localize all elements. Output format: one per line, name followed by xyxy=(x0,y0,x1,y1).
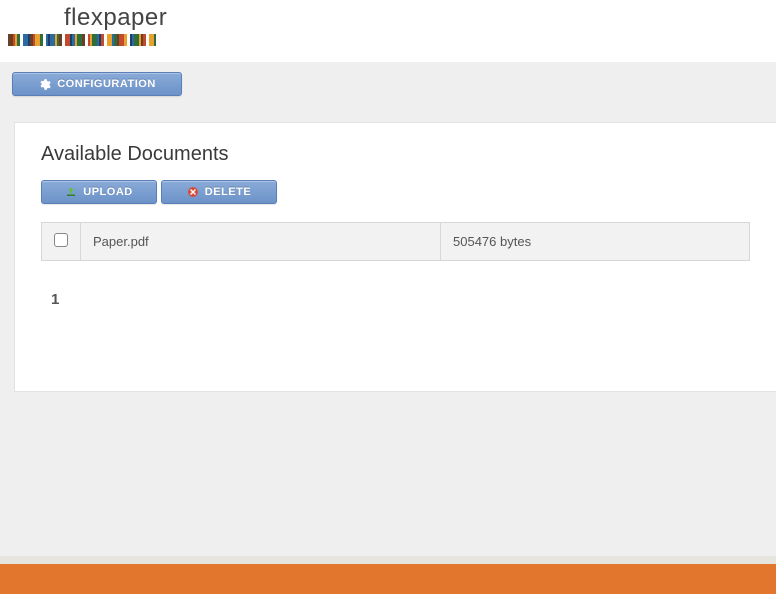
page-footer xyxy=(0,556,776,594)
table-row[interactable]: Paper.pdf505476 bytes xyxy=(42,223,750,261)
brand: flexpaper xyxy=(8,4,167,46)
page-number: 1 xyxy=(51,291,59,308)
upload-icon xyxy=(65,186,77,198)
row-filename: Paper.pdf xyxy=(81,223,441,261)
row-checkbox-cell[interactable] xyxy=(42,223,81,261)
checkbox-icon[interactable] xyxy=(54,233,68,247)
delete-button[interactable]: DELETE xyxy=(161,180,277,204)
documents-panel: Available Documents UPLOAD DELETE Paper.… xyxy=(14,122,776,392)
delete-icon xyxy=(187,186,199,198)
configuration-button[interactable]: CONFIGURATION xyxy=(12,72,182,96)
action-buttons: UPLOAD DELETE xyxy=(41,180,750,204)
footer-bar xyxy=(0,564,776,594)
upload-button[interactable]: UPLOAD xyxy=(41,180,157,204)
delete-label: DELETE xyxy=(205,186,251,198)
pager[interactable]: 1 xyxy=(51,291,740,308)
app-header: flexpaper xyxy=(0,0,776,62)
brand-name: flexpaper xyxy=(64,4,167,32)
documents-table: Paper.pdf505476 bytes xyxy=(41,222,750,261)
gear-icon xyxy=(38,78,51,91)
brand-barcode xyxy=(8,34,167,46)
configuration-label: CONFIGURATION xyxy=(57,78,156,90)
upload-label: UPLOAD xyxy=(83,186,132,198)
panel-title: Available Documents xyxy=(41,143,750,166)
row-filesize: 505476 bytes xyxy=(441,223,750,261)
nav-bar: CONFIGURATION xyxy=(0,62,776,106)
